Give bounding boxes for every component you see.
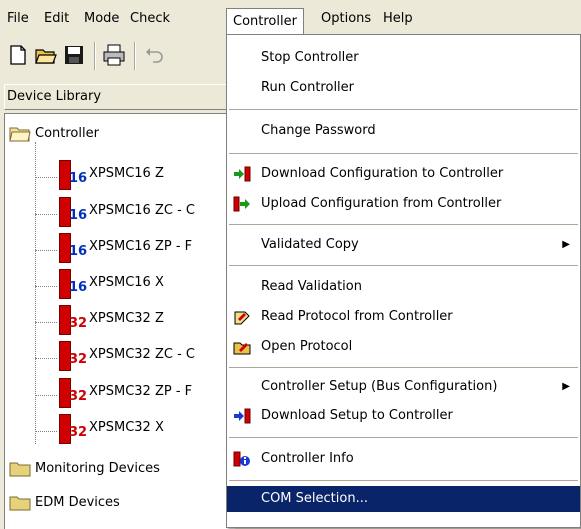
download-to-controller-icon xyxy=(233,166,251,182)
menu-item-label: Change Password xyxy=(261,123,376,138)
toolbar-separator xyxy=(134,42,136,70)
tree-folder-label: Monitoring Devices xyxy=(35,461,160,476)
menu-separator xyxy=(229,480,578,481)
menu-item-label: Controller Info xyxy=(261,451,354,466)
controller-device-icon: 32 xyxy=(57,376,87,410)
menu-item-label: Download Configuration to Controller xyxy=(261,166,504,181)
menu-item-controller-setup[interactable]: Controller Setup (Bus Configuration) ▶ xyxy=(227,374,580,400)
menu-item-label: Open Protocol xyxy=(261,339,353,354)
menu-separator xyxy=(229,437,578,438)
open-protocol-icon xyxy=(233,339,251,355)
menu-bar: File Edit Mode Check Controller Options … xyxy=(0,0,581,35)
tree-connector xyxy=(35,177,57,178)
controller-info-icon xyxy=(233,451,251,467)
controller-menu-dropdown: Stop Controller Run Controller Change Pa… xyxy=(226,34,581,528)
menu-separator xyxy=(229,109,578,110)
menu-options[interactable]: Options xyxy=(316,9,376,29)
menu-item-label: COM Selection... xyxy=(261,491,368,506)
tree-connector xyxy=(35,358,57,359)
menu-item-label: Stop Controller xyxy=(261,50,359,65)
menu-mode[interactable]: Mode xyxy=(79,9,124,29)
toolbar-separator xyxy=(94,42,96,70)
menu-separator xyxy=(229,224,578,225)
tree-connector xyxy=(35,395,57,396)
folder-icon xyxy=(9,495,31,511)
tree-connector xyxy=(35,286,57,287)
controller-device-icon: 16 xyxy=(57,231,87,265)
device-label: XPSMC16 ZP - F xyxy=(89,239,193,254)
device-library-header: Device Library xyxy=(4,84,229,110)
menu-item-run-controller[interactable]: Run Controller xyxy=(227,75,580,101)
tree-connector xyxy=(35,322,57,323)
device-label: XPSMC16 ZC - C xyxy=(89,203,195,218)
device-label: XPSMC16 X xyxy=(89,275,164,290)
undo-icon[interactable] xyxy=(142,43,166,67)
menu-check[interactable]: Check xyxy=(125,9,175,29)
tree-connector xyxy=(35,431,57,432)
menu-separator xyxy=(229,265,578,266)
device-label: XPSMC32 ZC - C xyxy=(89,347,195,362)
menu-item-read-validation[interactable]: Read Validation xyxy=(227,274,580,300)
upload-from-controller-icon xyxy=(233,196,251,212)
menu-item-controller-info[interactable]: Controller Info xyxy=(227,446,580,472)
device-label: XPSMC32 Z xyxy=(89,311,164,326)
tree-folder-label: Controller xyxy=(35,126,99,141)
menu-item-upload-configuration[interactable]: Upload Configuration from Controller xyxy=(227,191,580,217)
print-icon[interactable] xyxy=(102,43,126,67)
download-setup-icon xyxy=(233,408,251,424)
tree-connector xyxy=(35,142,36,444)
submenu-arrow-icon: ▶ xyxy=(562,239,570,250)
menu-item-label: Run Controller xyxy=(261,80,355,95)
controller-device-icon: 32 xyxy=(57,339,87,373)
menu-edit[interactable]: Edit xyxy=(39,9,74,29)
tree-connector xyxy=(35,250,57,251)
controller-device-icon: 16 xyxy=(57,158,87,192)
menu-item-label: Read Validation xyxy=(261,279,362,294)
menu-item-open-protocol[interactable]: Open Protocol xyxy=(227,334,580,360)
controller-device-icon: 16 xyxy=(57,195,87,229)
menu-item-validated-copy[interactable]: Validated Copy ▶ xyxy=(227,232,580,258)
tree-connector xyxy=(35,214,57,215)
folder-icon xyxy=(9,461,31,477)
menu-item-stop-controller[interactable]: Stop Controller xyxy=(227,45,580,71)
menu-item-label: Read Protocol from Controller xyxy=(261,309,453,324)
read-protocol-icon xyxy=(233,309,251,325)
submenu-arrow-icon: ▶ xyxy=(562,381,570,392)
open-folder-icon xyxy=(9,126,31,142)
menu-item-download-setup[interactable]: Download Setup to Controller xyxy=(227,403,580,429)
new-document-icon[interactable] xyxy=(6,43,30,67)
menu-item-label: Validated Copy xyxy=(261,237,359,252)
menu-file[interactable]: File xyxy=(2,9,34,29)
menu-item-com-selection[interactable]: COM Selection... xyxy=(227,486,580,512)
device-label: XPSMC32 ZP - F xyxy=(89,384,193,399)
save-icon[interactable] xyxy=(62,43,86,67)
toolbar xyxy=(0,34,230,80)
menu-separator xyxy=(229,367,578,368)
menu-controller[interactable]: Controller xyxy=(226,8,304,35)
controller-device-icon: 16 xyxy=(57,267,87,301)
tree-folder-label: EDM Devices xyxy=(35,495,120,510)
menu-item-change-password[interactable]: Change Password xyxy=(227,118,580,144)
open-folder-icon[interactable] xyxy=(34,43,58,67)
device-label: XPSMC16 Z xyxy=(89,166,164,181)
menu-item-read-protocol[interactable]: Read Protocol from Controller xyxy=(227,304,580,330)
device-library-tree: Controller 16 XPSMC16 Z 16 XPSMC16 ZC - … xyxy=(4,113,235,529)
menu-item-label: Controller Setup (Bus Configuration) xyxy=(261,379,498,394)
menu-separator xyxy=(229,153,578,154)
menu-item-label: Download Setup to Controller xyxy=(261,408,453,423)
controller-device-icon: 32 xyxy=(57,412,87,446)
menu-item-download-configuration[interactable]: Download Configuration to Controller xyxy=(227,161,580,187)
device-label: XPSMC32 X xyxy=(89,420,164,435)
controller-device-icon: 32 xyxy=(57,303,87,337)
menu-help[interactable]: Help xyxy=(378,9,418,29)
menu-item-label: Upload Configuration from Controller xyxy=(261,196,502,211)
